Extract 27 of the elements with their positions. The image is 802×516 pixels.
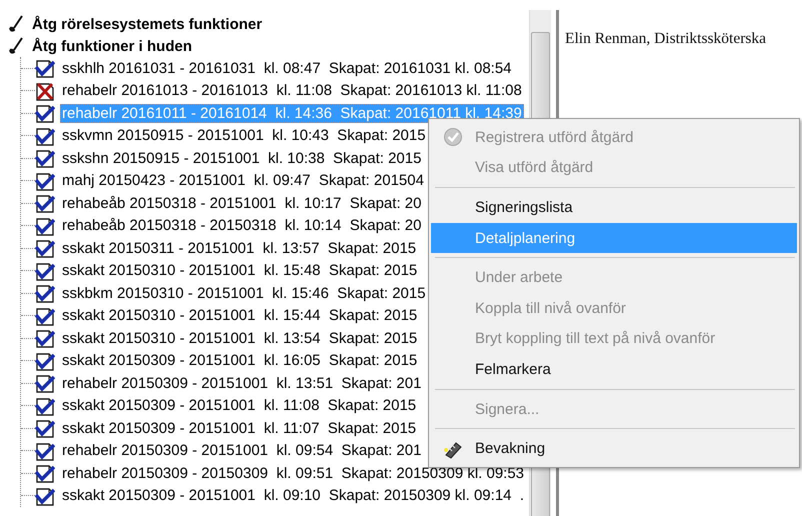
tree-item[interactable]: rehabelr 20150309 - 20151001 kl. 09:54 Skapat: 201	[60, 441, 424, 460]
tree-item[interactable]: sskakt 20150309 - 20151001 kl. 09:10 Skapat: 20150309 kl. 09:14 .	[60, 486, 526, 506]
tree-item[interactable]: sskakt 20150310 - 20151001 kl. 13:54 Skapat: 2015	[60, 328, 420, 348]
tick-icon	[8, 15, 24, 33]
tree-item[interactable]: mahj 20150423 - 20151001 kl. 09:47 Skapat: 201504	[60, 171, 426, 190]
tree-item[interactable]: sskvmn 20150915 - 20151001 kl. 10:43 Skapat: 2015	[60, 126, 428, 146]
tree-item[interactable]: rehabeåb 20150318 - 20151001 kl. 10:17 Skapat: 20	[60, 194, 424, 213]
tree-item[interactable]: sskakt 20150309 - 20151001 kl. 11:07 Skapat: 2015	[60, 418, 418, 438]
tree-item[interactable]: rehabelr 20150309 - 20151001 kl. 13:51 Skapat: 201	[60, 374, 424, 393]
tree-item[interactable]: sskshn 20150915 - 20151001 kl. 10:38 Skapat: 2015	[60, 148, 424, 168]
tick-icon	[8, 37, 24, 55]
tree-item[interactable]: sskbkm 20150310 - 20151001 kl. 15:46 Skapat: 2015	[60, 284, 428, 303]
tree-item[interactable]: sskakt 20150309 - 20151001 kl. 11:08 Skapat: 2015	[60, 396, 418, 416]
tree-item[interactable]: sskakt 20150310 - 20151001 kl. 15:48 Skapat: 2015	[60, 261, 420, 280]
menu-item[interactable]: Signeringslista	[431, 192, 797, 223]
group-label[interactable]: Åtg funktioner i huden	[32, 38, 192, 54]
tree-item[interactable]: sskakt 20150310 - 20151001 kl. 15:44 Skapat: 2015	[60, 306, 420, 326]
tree-item[interactable]: sskakt 20150311 - 20151001 kl. 13:57 Skapat: 2015	[60, 238, 418, 258]
check-circle-icon	[443, 127, 463, 148]
tree-item[interactable]: sskakt 20150309 - 20151001 kl. 16:05 Skapat: 2015	[60, 351, 420, 370]
tree-item[interactable]: sskhlh 20161031 - 20161031 kl. 08:47 Skapat: 20161031 kl. 08:54	[60, 58, 514, 78]
tree-item[interactable]: rehabeåb 20150318 - 20150318 kl. 10:14 Skapat: 20	[60, 216, 424, 236]
menu-item[interactable]: Bevakning	[431, 433, 797, 464]
menu-item[interactable]: Felmarkera	[431, 354, 797, 385]
author-text: Elin Renman, Distriktssköterska	[565, 30, 766, 47]
tree-item[interactable]: rehabelr 20161013 - 20161013 kl. 11:08 Skapat: 20161013 kl. 11:08	[60, 81, 524, 100]
group-label[interactable]: Åtg rörelsesystemets funktioner	[32, 16, 262, 32]
